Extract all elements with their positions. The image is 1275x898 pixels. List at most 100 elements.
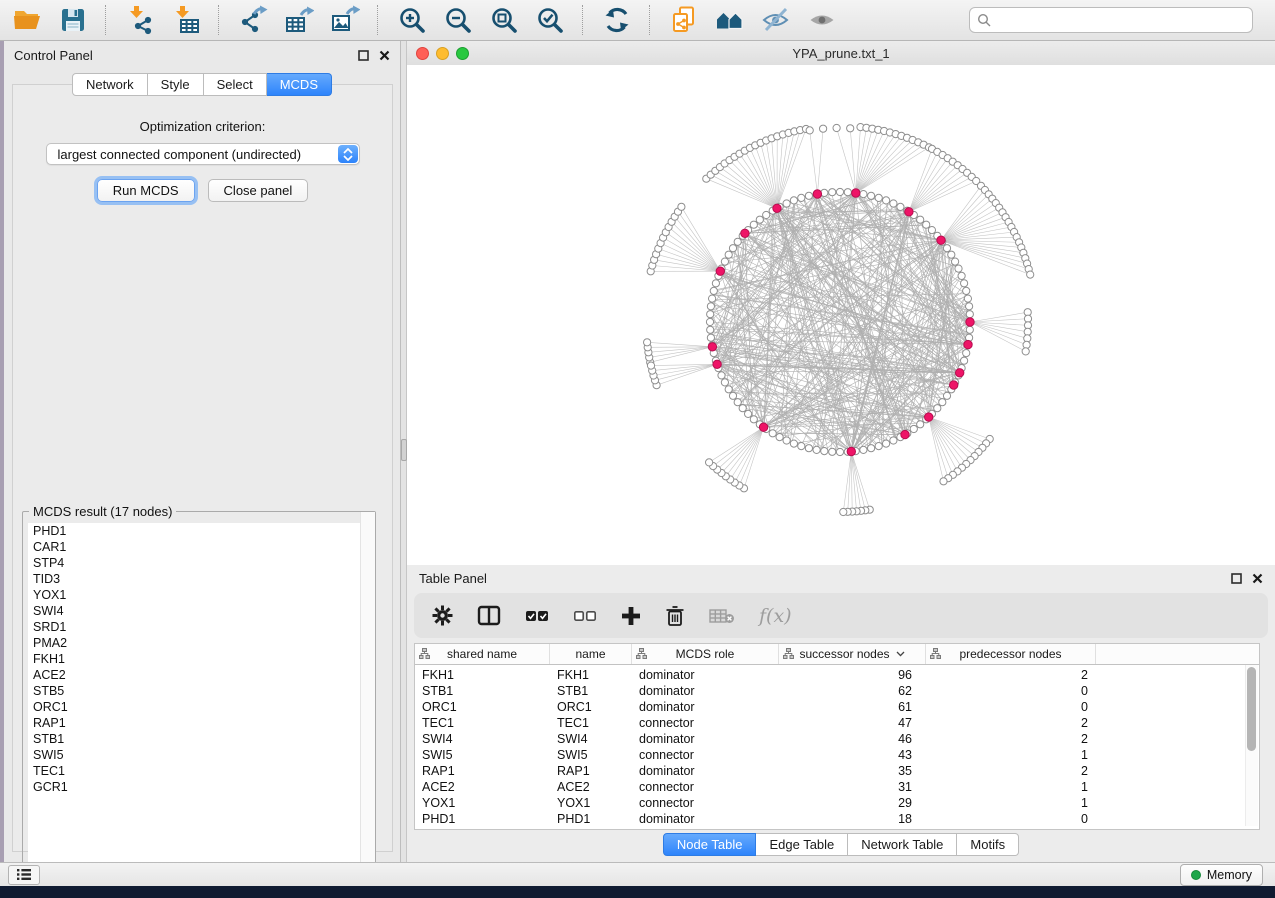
cell-successor-nodes[interactable]: 61 — [779, 700, 926, 714]
table-row[interactable]: PHD1PHD1dominator180 — [415, 811, 1259, 827]
delete-column-button[interactable] — [665, 603, 685, 629]
search-input[interactable] — [996, 12, 1245, 29]
mcds-result-item[interactable]: PHD1 — [28, 523, 370, 539]
show-column-button[interactable] — [477, 603, 501, 629]
cell-shared-name[interactable]: SWI5 — [415, 748, 550, 762]
mcds-result-item[interactable]: GCR1 — [28, 779, 370, 795]
cell-name[interactable]: FKH1 — [550, 668, 632, 682]
cell-mcds-role[interactable]: dominator — [632, 700, 779, 714]
float-panel-icon[interactable] — [1231, 573, 1242, 584]
function-builder-button[interactable]: f(x) — [759, 603, 792, 629]
window-zoom-button[interactable] — [456, 47, 469, 60]
mcds-result-item[interactable]: SRD1 — [28, 619, 370, 635]
cell-name[interactable]: SWI4 — [550, 732, 632, 746]
tab-mcds[interactable]: MCDS — [267, 73, 332, 96]
mcds-result-item[interactable]: RAP1 — [28, 715, 370, 731]
cell-predecessor-nodes[interactable]: 2 — [926, 732, 1096, 746]
export-network-button[interactable] — [236, 4, 269, 37]
cell-shared-name[interactable]: SWI4 — [415, 732, 550, 746]
tab-edge-table[interactable]: Edge Table — [756, 833, 848, 856]
mcds-result-item[interactable]: ORC1 — [28, 699, 370, 715]
cell-name[interactable]: SWI5 — [550, 748, 632, 762]
close-panel-icon[interactable] — [1252, 573, 1263, 584]
mcds-result-item[interactable]: TID3 — [28, 571, 370, 587]
table-row[interactable]: FKH1FKH1dominator962 — [415, 667, 1259, 683]
open-session-button[interactable] — [10, 4, 43, 37]
cell-predecessor-nodes[interactable]: 1 — [926, 748, 1096, 762]
cell-name[interactable]: YOX1 — [550, 796, 632, 810]
tab-motifs[interactable]: Motifs — [957, 833, 1019, 856]
refresh-view-button[interactable] — [600, 4, 633, 37]
column-header-predecessor-nodes[interactable]: predecessor nodes — [926, 644, 1096, 664]
window-close-button[interactable] — [416, 47, 429, 60]
cell-predecessor-nodes[interactable]: 0 — [926, 700, 1096, 714]
mcds-result-item[interactable]: SWI5 — [28, 747, 370, 763]
cell-predecessor-nodes[interactable]: 1 — [926, 796, 1096, 810]
cell-predecessor-nodes[interactable]: 0 — [926, 684, 1096, 698]
hide-selected-button[interactable] — [759, 4, 792, 37]
cell-shared-name[interactable]: ORC1 — [415, 700, 550, 714]
mcds-list-scrollbar[interactable] — [360, 512, 375, 883]
mcds-result-item[interactable]: ACE2 — [28, 667, 370, 683]
cell-successor-nodes[interactable]: 47 — [779, 716, 926, 730]
tab-select[interactable]: Select — [204, 73, 267, 96]
table-row[interactable]: SWI4SWI4dominator462 — [415, 731, 1259, 747]
export-table-button[interactable] — [282, 4, 315, 37]
cell-shared-name[interactable]: ACE2 — [415, 780, 550, 794]
table-row[interactable]: ORC1ORC1dominator610 — [415, 699, 1259, 715]
tab-style[interactable]: Style — [148, 73, 204, 96]
import-table-button[interactable] — [169, 4, 202, 37]
cell-predecessor-nodes[interactable]: 2 — [926, 764, 1096, 778]
table-row[interactable]: STB1STB1dominator620 — [415, 683, 1259, 699]
import-network-button[interactable] — [123, 4, 156, 37]
cell-name[interactable]: STB1 — [550, 684, 632, 698]
cell-successor-nodes[interactable]: 46 — [779, 732, 926, 746]
first-neighbors-button[interactable] — [713, 4, 746, 37]
cell-mcds-role[interactable]: connector — [632, 748, 779, 762]
table-scrollbar-thumb[interactable] — [1247, 667, 1256, 751]
zoom-in-button[interactable] — [395, 4, 428, 37]
add-column-button[interactable] — [621, 603, 641, 629]
cell-name[interactable]: TEC1 — [550, 716, 632, 730]
column-header-name[interactable]: name — [550, 644, 632, 664]
table-row[interactable]: ACE2ACE2connector311 — [415, 779, 1259, 795]
column-header-shared-name[interactable]: shared name — [415, 644, 550, 664]
table-row[interactable]: RAP1RAP1dominator352 — [415, 763, 1259, 779]
table-row[interactable]: TEC1TEC1connector472 — [415, 715, 1259, 731]
mcds-result-item[interactable]: STB1 — [28, 731, 370, 747]
cell-predecessor-nodes[interactable]: 0 — [926, 812, 1096, 826]
cell-successor-nodes[interactable]: 62 — [779, 684, 926, 698]
tab-network-table[interactable]: Network Table — [848, 833, 957, 856]
cell-shared-name[interactable]: YOX1 — [415, 796, 550, 810]
cell-mcds-role[interactable]: dominator — [632, 732, 779, 746]
mcds-result-item[interactable]: PMA2 — [28, 635, 370, 651]
cell-successor-nodes[interactable]: 35 — [779, 764, 926, 778]
cell-successor-nodes[interactable]: 31 — [779, 780, 926, 794]
mcds-result-item[interactable]: SWI4 — [28, 603, 370, 619]
run-mcds-button[interactable]: Run MCDS — [97, 179, 195, 202]
cell-shared-name[interactable]: RAP1 — [415, 764, 550, 778]
cell-successor-nodes[interactable]: 96 — [779, 668, 926, 682]
table-row[interactable]: YOX1YOX1connector291 — [415, 795, 1259, 811]
cell-shared-name[interactable]: PHD1 — [415, 812, 550, 826]
window-minimize-button[interactable] — [436, 47, 449, 60]
select-all-button[interactable] — [525, 603, 549, 629]
cell-name[interactable]: PHD1 — [550, 812, 632, 826]
mcds-result-item[interactable]: CAR1 — [28, 539, 370, 555]
table-row[interactable]: SWI5SWI5connector431 — [415, 747, 1259, 763]
zoom-fit-button[interactable] — [487, 4, 520, 37]
float-panel-icon[interactable] — [358, 50, 369, 61]
tab-node-table[interactable]: Node Table — [663, 833, 757, 856]
cell-name[interactable]: ACE2 — [550, 780, 632, 794]
save-session-button[interactable] — [56, 4, 89, 37]
deselect-all-button[interactable] — [573, 603, 597, 629]
mcds-result-item[interactable]: FKH1 — [28, 651, 370, 667]
column-header-successor-nodes[interactable]: successor nodes — [779, 644, 926, 664]
mcds-result-item[interactable]: TEC1 — [28, 763, 370, 779]
cell-mcds-role[interactable]: connector — [632, 796, 779, 810]
mcds-result-item[interactable]: STB5 — [28, 683, 370, 699]
cell-shared-name[interactable]: STB1 — [415, 684, 550, 698]
cell-predecessor-nodes[interactable]: 2 — [926, 716, 1096, 730]
task-history-button[interactable] — [8, 865, 40, 885]
table-settings-button[interactable] — [432, 603, 453, 629]
